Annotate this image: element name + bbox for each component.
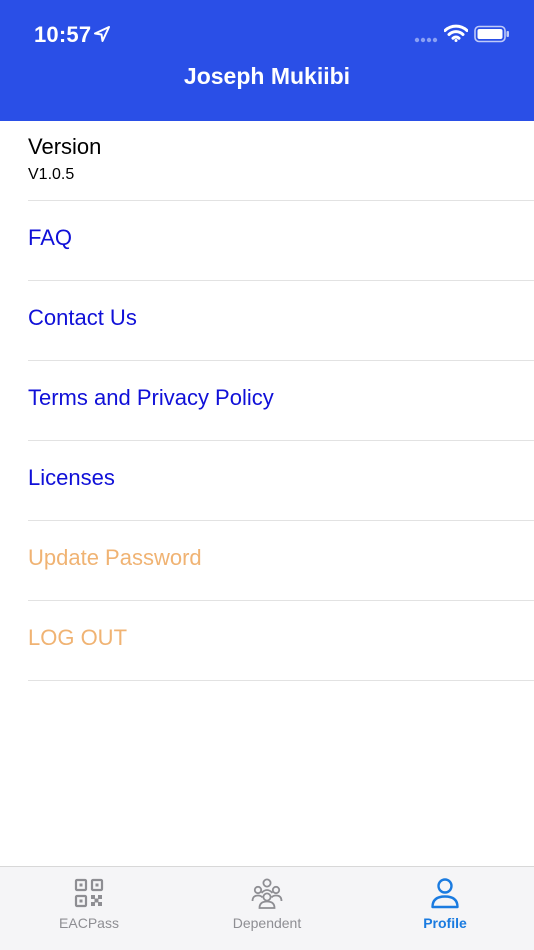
update-password-link[interactable]: Update Password — [28, 545, 202, 571]
profile-screen: 10:57 Joseph Mukiibi Version V1.0.5 FAQ … — [0, 0, 534, 950]
tab-label: Dependent — [232, 915, 302, 931]
header-bar: 10:57 Joseph Mukiibi — [0, 0, 534, 121]
tab-bar: EACPass Dependent Profile — [0, 866, 534, 950]
version-row: Version V1.0.5 — [28, 121, 534, 201]
battery-icon — [474, 25, 509, 43]
tab-label: Profile — [423, 915, 467, 931]
qr-code-icon — [74, 878, 104, 908]
terms-privacy-link[interactable]: Terms and Privacy Policy — [28, 385, 274, 411]
tab-dependent[interactable]: Dependent — [178, 867, 356, 950]
tab-label: EACPass — [59, 915, 119, 931]
settings-list: Version V1.0.5 FAQ Contact Us Terms and … — [0, 121, 534, 681]
terms-privacy-row[interactable]: Terms and Privacy Policy — [28, 361, 534, 441]
licenses-link[interactable]: Licenses — [28, 465, 115, 491]
person-icon — [431, 878, 459, 909]
page-title: Joseph Mukiibi — [183, 63, 351, 89]
version-value: V1.0.5 — [28, 166, 75, 183]
faq-link[interactable]: FAQ — [28, 225, 72, 251]
people-group-icon — [251, 878, 283, 909]
cellular-signal-icon — [414, 37, 438, 43]
contact-us-row[interactable]: Contact Us — [28, 281, 534, 361]
logout-link[interactable]: LOG OUT — [28, 625, 127, 651]
licenses-row[interactable]: Licenses — [28, 441, 534, 521]
status-bar: 10:57 — [0, 0, 534, 70]
logout-row[interactable]: LOG OUT — [28, 601, 534, 681]
version-label: Version — [28, 134, 102, 159]
contact-us-link[interactable]: Contact Us — [28, 305, 137, 331]
wifi-icon — [444, 24, 468, 42]
tab-profile[interactable]: Profile — [356, 867, 534, 950]
location-arrow-icon — [94, 26, 110, 42]
tab-eacpass[interactable]: EACPass — [0, 867, 178, 950]
faq-row[interactable]: FAQ — [28, 201, 534, 281]
update-password-row[interactable]: Update Password — [28, 521, 534, 601]
status-time: 10:57 — [34, 22, 92, 47]
